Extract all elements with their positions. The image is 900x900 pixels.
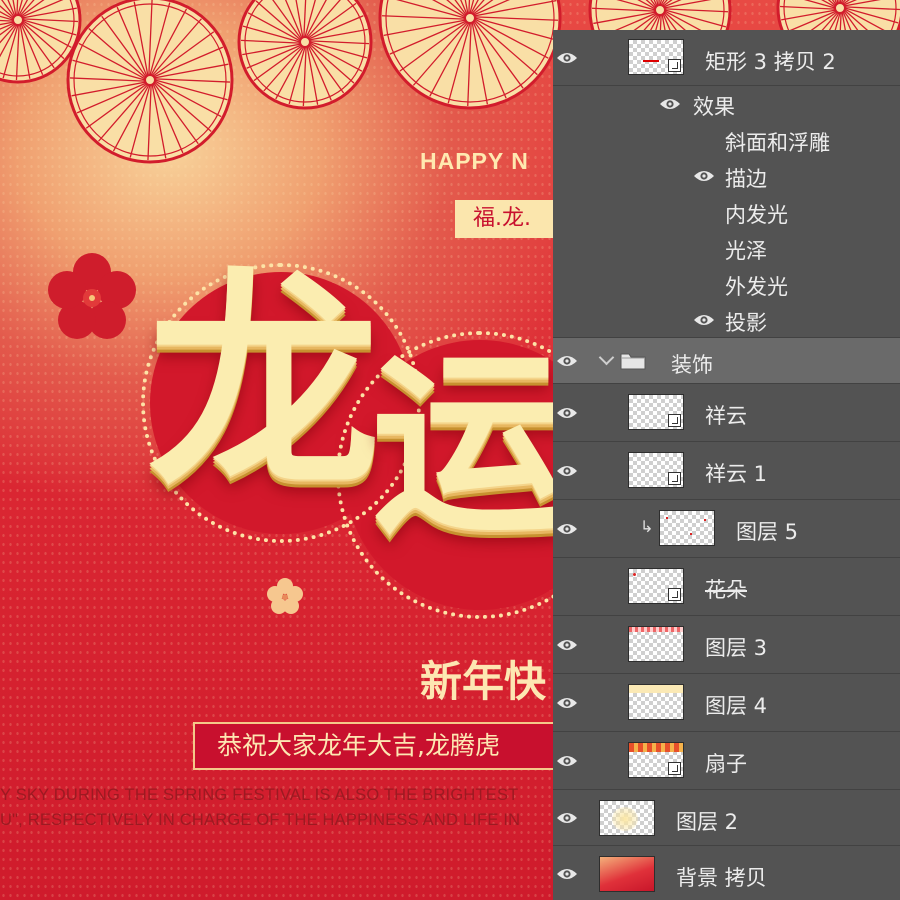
effect-label: 投影 bbox=[725, 311, 767, 335]
layer-thumbnail bbox=[628, 39, 684, 75]
chevron-down-icon[interactable] bbox=[598, 349, 615, 366]
visibility-eye-icon[interactable] bbox=[556, 464, 578, 478]
layer-row-background[interactable]: 背景 拷贝 bbox=[553, 846, 900, 900]
layer-row[interactable]: 扇子 bbox=[553, 732, 900, 790]
effects-row[interactable]: 效果 bbox=[553, 86, 900, 122]
folder-icon bbox=[620, 353, 646, 370]
effect-row-outer-glow[interactable]: 外发光 bbox=[553, 266, 900, 302]
layer-thumbnail bbox=[628, 742, 684, 778]
thumb-red-mark bbox=[643, 60, 659, 62]
new-year-heading: 新年快 bbox=[420, 657, 547, 706]
smart-object-icon bbox=[668, 472, 681, 485]
layer-row[interactable]: 祥云 bbox=[553, 384, 900, 442]
layer-row-clipped[interactable]: ↳ 图层 5 bbox=[553, 500, 900, 558]
layer-row[interactable]: 图层 2 bbox=[553, 790, 900, 846]
layer-name[interactable]: 图层 2 bbox=[676, 806, 738, 836]
group-name[interactable]: 装饰 bbox=[671, 349, 713, 379]
effects-label: 效果 bbox=[693, 95, 735, 119]
layer-row[interactable]: 图层 3 bbox=[553, 616, 900, 674]
clipping-mask-arrow-icon: ↳ bbox=[640, 517, 654, 536]
thumb-strip bbox=[629, 627, 683, 632]
visibility-eye-icon[interactable] bbox=[556, 696, 578, 710]
layer-thumbnail bbox=[599, 856, 655, 892]
layer-row[interactable]: 图层 4 bbox=[553, 674, 900, 732]
visibility-eye-icon[interactable] bbox=[693, 313, 715, 327]
thumb-dot bbox=[704, 519, 706, 521]
plum-blossom-large bbox=[48, 253, 136, 339]
layer-thumbnail bbox=[599, 800, 655, 836]
thumb-dot bbox=[633, 573, 636, 576]
smart-object-icon bbox=[668, 588, 681, 601]
thumb-strip bbox=[629, 685, 683, 693]
smart-object-icon bbox=[668, 59, 681, 72]
layer-name[interactable]: 花朵 bbox=[705, 574, 747, 604]
thumb-strip bbox=[629, 743, 683, 752]
visibility-eye-icon[interactable] bbox=[556, 406, 578, 420]
effect-label: 斜面和浮雕 bbox=[725, 131, 830, 155]
layer-name[interactable]: 图层 3 bbox=[705, 632, 767, 662]
english-line-1: Y SKY DURING THE SPRING FESTIVAL IS ALSO… bbox=[0, 786, 519, 804]
visibility-eye-icon[interactable] bbox=[556, 638, 578, 652]
layer-thumbnail bbox=[628, 452, 684, 488]
layer-row[interactable]: 祥云 1 bbox=[553, 442, 900, 500]
visibility-eye-icon[interactable] bbox=[556, 522, 578, 536]
plum-blossom-small bbox=[267, 578, 303, 614]
effect-label: 描边 bbox=[725, 167, 767, 191]
visibility-toggle-empty[interactable] bbox=[556, 580, 578, 594]
smart-object-icon bbox=[668, 762, 681, 775]
visibility-eye-icon[interactable] bbox=[693, 169, 715, 183]
layer-name[interactable]: 背景 拷贝 bbox=[676, 862, 767, 892]
title-char-long: 龙 bbox=[148, 249, 381, 519]
effect-row-stroke[interactable]: 描边 bbox=[553, 158, 900, 194]
happy-new-year-text: HAPPY N bbox=[420, 148, 529, 174]
layer-name[interactable]: 图层 4 bbox=[705, 690, 767, 720]
visibility-eye-icon[interactable] bbox=[556, 51, 578, 65]
visibility-eye-icon[interactable] bbox=[556, 354, 578, 368]
effect-label: 内发光 bbox=[725, 203, 788, 227]
layer-name[interactable]: 图层 5 bbox=[736, 516, 798, 546]
layer-row-hidden[interactable]: 花朵 bbox=[553, 558, 900, 616]
effect-label: 光泽 bbox=[725, 239, 767, 263]
group-row-decor[interactable]: 装饰 bbox=[553, 338, 900, 384]
english-line-2: U", RESPECTIVELY IN CHARGE OF THE HAPPIN… bbox=[0, 811, 521, 829]
layer-name[interactable]: 矩形 3 拷贝 2 bbox=[705, 46, 836, 76]
effect-label: 外发光 bbox=[725, 275, 788, 299]
layer-name[interactable]: 扇子 bbox=[705, 748, 747, 778]
visibility-eye-icon[interactable] bbox=[556, 867, 578, 881]
layer-thumbnail bbox=[628, 684, 684, 720]
tagline-box: 福.龙. bbox=[455, 200, 565, 238]
layer-thumbnail bbox=[628, 626, 684, 662]
greeting-banner: 恭祝大家龙年大吉,龙腾虎 bbox=[193, 722, 573, 770]
title-char-yun: 运 bbox=[372, 332, 569, 560]
layer-thumbnail bbox=[628, 568, 684, 604]
layer-row-top[interactable]: 矩形 3 拷贝 2 bbox=[553, 30, 900, 86]
layer-thumbnail bbox=[628, 394, 684, 430]
visibility-eye-icon[interactable] bbox=[556, 754, 578, 768]
visibility-eye-icon[interactable] bbox=[659, 97, 681, 111]
layer-name[interactable]: 祥云 bbox=[705, 400, 747, 430]
thumb-dot bbox=[690, 533, 692, 535]
layer-thumbnail bbox=[659, 510, 715, 546]
smart-object-icon bbox=[668, 414, 681, 427]
layers-panel: 矩形 3 拷贝 2 效果 斜面和浮雕 描边 内发光 光泽 外发光 投影 装饰 祥… bbox=[553, 30, 900, 900]
effect-row-satin[interactable]: 光泽 bbox=[553, 230, 900, 266]
thumb-dot bbox=[666, 517, 668, 519]
effect-row-drop-shadow[interactable]: 投影 bbox=[553, 302, 900, 338]
effect-row-inner-glow[interactable]: 内发光 bbox=[553, 194, 900, 230]
thumb-glow bbox=[612, 807, 638, 831]
visibility-eye-icon[interactable] bbox=[556, 811, 578, 825]
layer-name[interactable]: 祥云 1 bbox=[705, 458, 767, 488]
effect-row-bevel[interactable]: 斜面和浮雕 bbox=[553, 122, 900, 158]
